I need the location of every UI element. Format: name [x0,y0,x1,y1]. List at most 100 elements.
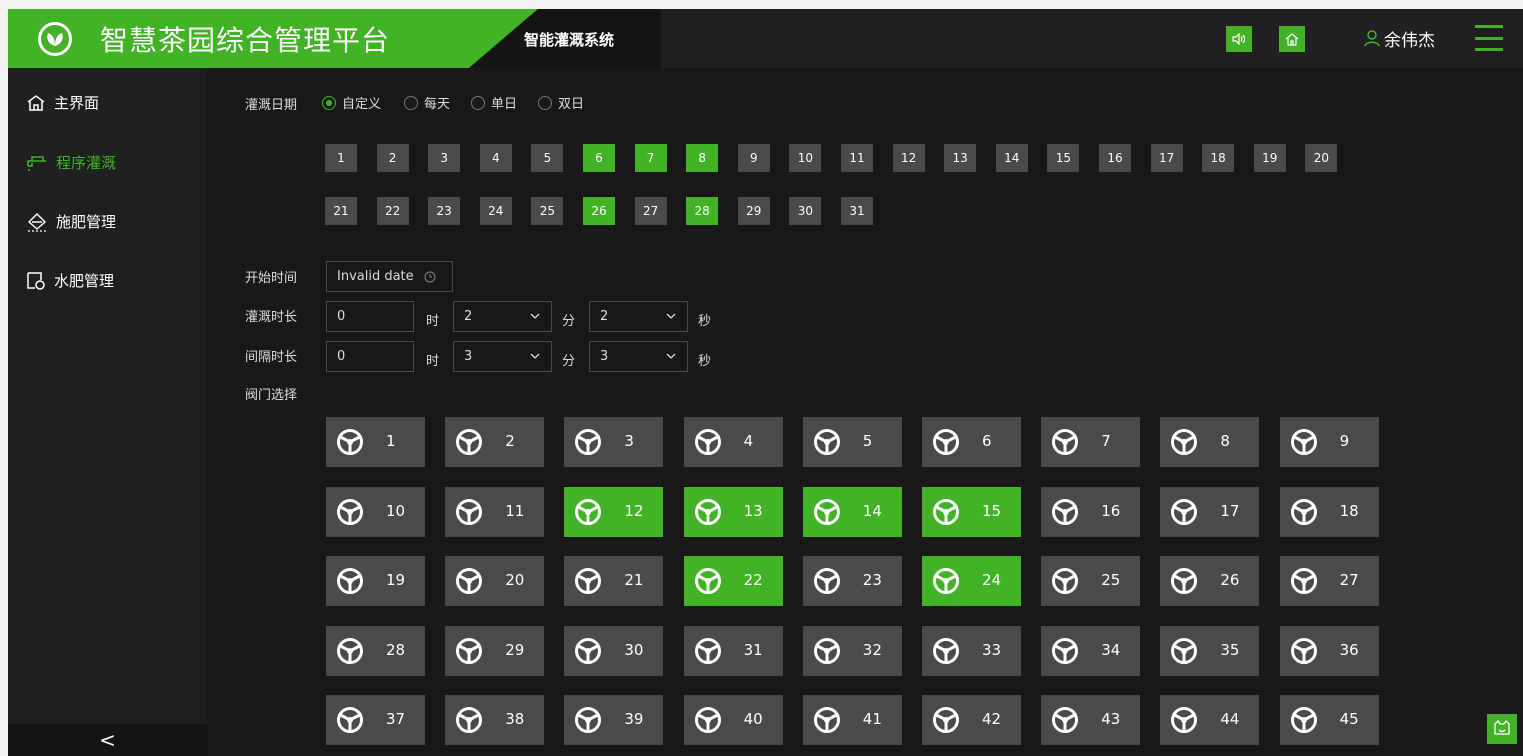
valve-button[interactable]: 18 [1279,486,1379,537]
valve-button[interactable]: 16 [1041,486,1141,537]
radio-daily[interactable]: 每天 [404,93,450,112]
valve-button[interactable]: 21 [564,556,664,606]
valve-button[interactable]: 44 [1160,695,1260,745]
valve-button[interactable]: 27 [1279,556,1379,606]
valve-button[interactable]: 33 [922,625,1021,676]
valve-button[interactable]: 3 [564,417,664,467]
valve-button[interactable]: 32 [802,625,902,676]
day-chip[interactable]: 16 [1099,144,1131,172]
valve-button[interactable]: 2 [445,417,545,467]
valve-button[interactable]: 10 [326,486,425,537]
valve-button[interactable]: 39 [564,695,664,745]
day-chip[interactable]: 21 [325,197,357,225]
day-chip[interactable]: 6 [583,144,615,172]
valve-button[interactable]: 6 [922,417,1021,467]
radio-odd-days[interactable]: 单日 [471,93,517,112]
assistant-button[interactable] [1487,714,1517,744]
interval-seconds-select[interactable]: 3 [589,341,688,372]
valve-button[interactable]: 40 [683,695,783,745]
day-chip[interactable]: 29 [737,197,770,225]
home-button[interactable] [1279,26,1305,52]
interval-minutes-select[interactable]: 3 [453,341,552,372]
valve-button[interactable]: 35 [1160,625,1260,676]
day-chip[interactable]: 7 [634,144,667,172]
valve-number: 3 [624,432,634,450]
valve-button[interactable]: 19 [326,556,425,606]
day-chip[interactable]: 10 [789,144,822,172]
day-chip[interactable]: 20 [1305,144,1338,172]
valve-button[interactable]: 9 [1279,417,1379,467]
valve-button[interactable]: 45 [1279,695,1379,745]
day-chip[interactable]: 4 [479,144,512,172]
sidebar-item-program-irrigation[interactable]: 程序灌溉 [26,152,116,173]
valve-button[interactable]: 28 [326,625,425,676]
valve-button[interactable]: 26 [1160,556,1260,606]
day-chip[interactable]: 11 [841,144,873,172]
day-chip[interactable]: 1 [325,144,357,172]
valve-button[interactable]: 4 [683,417,783,467]
valve-button[interactable]: 36 [1279,625,1379,676]
valve-button[interactable]: 23 [802,556,902,606]
interval-hours-input[interactable]: 0 [326,341,414,372]
day-chip[interactable]: 22 [376,197,409,225]
valve-button[interactable]: 12 [564,486,664,537]
day-chip[interactable]: 8 [686,144,719,172]
duration-minutes-select[interactable]: 2 [453,301,552,332]
valve-button[interactable]: 38 [445,695,545,745]
day-chip[interactable]: 25 [531,197,564,225]
valve-button[interactable]: 43 [1041,695,1141,745]
day-chip[interactable]: 12 [892,144,925,172]
day-chip[interactable]: 3 [428,144,461,172]
radio-even-days[interactable]: 双日 [538,93,584,112]
day-chip[interactable]: 31 [841,197,873,225]
valve-button[interactable]: 30 [564,625,664,676]
day-chip[interactable]: 26 [583,197,615,225]
radio-custom[interactable]: 自定义 [322,93,381,112]
valve-number: 6 [982,432,992,450]
day-chip[interactable]: 14 [995,144,1028,172]
valve-button[interactable]: 37 [326,695,425,745]
day-chip[interactable]: 5 [531,144,564,172]
day-chip[interactable]: 17 [1150,144,1183,172]
day-chip[interactable]: 15 [1047,144,1080,172]
sidebar-item-water-fertilizer[interactable]: 水肥管理 [26,270,114,291]
valve-button[interactable]: 41 [802,695,902,745]
day-chip[interactable]: 24 [479,197,512,225]
valve-button[interactable]: 14 [802,486,902,537]
valve-button[interactable]: 5 [802,417,902,467]
day-chip[interactable]: 19 [1253,144,1286,172]
valve-button[interactable]: 17 [1160,486,1260,537]
valve-button[interactable]: 29 [445,625,545,676]
day-chip[interactable]: 23 [428,197,461,225]
valve-button[interactable]: 8 [1160,417,1260,467]
day-chip[interactable]: 27 [634,197,667,225]
valve-button[interactable]: 20 [445,556,545,606]
duration-hours-input[interactable]: 0 [326,301,414,332]
menu-icon[interactable] [1475,25,1503,51]
valve-button[interactable]: 1 [326,417,425,467]
sidebar-item-fertilizer[interactable]: 施肥管理 [26,211,116,232]
day-chip[interactable]: 13 [944,144,977,172]
day-chip[interactable]: 18 [1202,144,1235,172]
day-chip[interactable]: 28 [686,197,719,225]
collapse-sidebar-button[interactable]: < [8,724,207,756]
user-menu[interactable]: 余伟杰 [1364,26,1435,51]
valve-button[interactable]: 11 [445,486,545,537]
day-chip[interactable]: 30 [789,197,822,225]
start-time-input[interactable]: Invalid date [326,261,453,292]
duration-seconds-select[interactable]: 2 [589,301,688,332]
valve-button[interactable]: 15 [922,486,1021,537]
subsystem-title[interactable]: 智能灌溉系统 [524,29,614,50]
valve-button[interactable]: 13 [683,486,783,537]
valve-button[interactable]: 42 [922,695,1021,745]
valve-button[interactable]: 31 [683,625,783,676]
valve-button[interactable]: 24 [922,556,1021,606]
valve-button[interactable]: 22 [683,556,783,606]
sound-button[interactable] [1226,26,1252,52]
valve-button[interactable]: 34 [1041,625,1141,676]
valve-button[interactable]: 25 [1041,556,1141,606]
day-chip[interactable]: 2 [376,144,409,172]
day-chip[interactable]: 9 [737,144,770,172]
sidebar-item-home[interactable]: 主界面 [26,92,99,113]
valve-button[interactable]: 7 [1041,417,1141,467]
